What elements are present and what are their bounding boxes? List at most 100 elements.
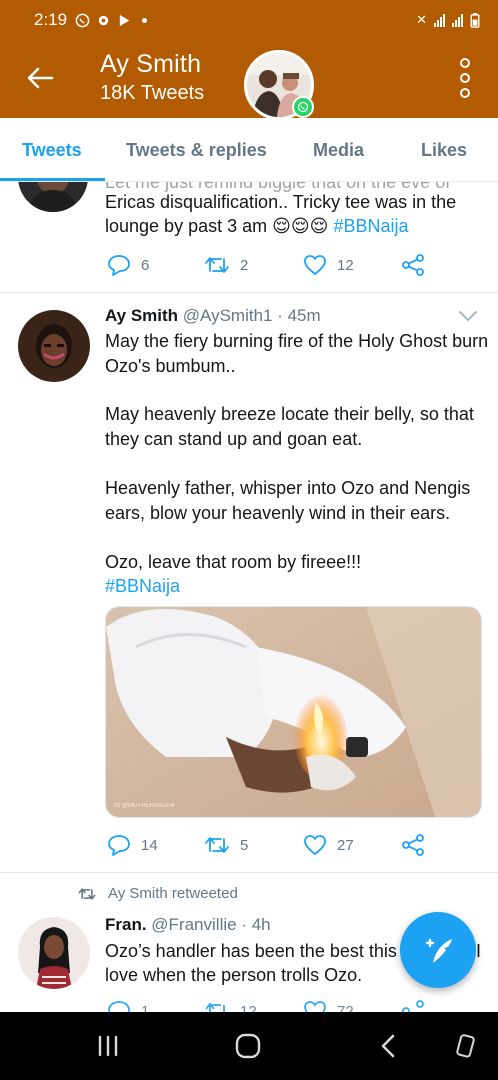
retweet-count: 5 <box>240 836 249 854</box>
mute-icon: ✕ <box>416 12 427 27</box>
tweet-3-avatar[interactable] <box>18 917 90 989</box>
recents-icon <box>98 1035 118 1057</box>
notification-icons <box>75 13 148 28</box>
reply-button[interactable]: 14 <box>107 834 204 856</box>
tweet-1-actions: 6 2 12 <box>107 254 425 276</box>
tweet-2-meta: Ay Smith @AySmith1 · 45m <box>105 306 455 326</box>
tweet-1-hashtag[interactable]: #BBNaija <box>333 216 408 236</box>
status-time: 2:19 <box>34 10 68 29</box>
nav-back-button[interactable] <box>368 1030 408 1062</box>
rotate-icon <box>456 1034 475 1058</box>
tweet-2-image-caption: IG:@MOTHERSALEM <box>114 803 174 809</box>
tweet-3-actions: 1 12 72 <box>107 1000 425 1012</box>
like-button[interactable]: 12 <box>303 254 401 276</box>
reply-icon <box>108 1001 130 1012</box>
home-button[interactable] <box>228 1030 268 1062</box>
tweet-divider <box>0 872 498 873</box>
reply-icon <box>108 835 130 856</box>
tab-likes[interactable]: Likes <box>421 140 467 161</box>
active-tab-indicator <box>0 178 105 181</box>
back-button[interactable] <box>22 60 58 96</box>
profile-name: Ay Smith <box>100 50 202 78</box>
tweet-count: 18K Tweets <box>100 82 205 104</box>
like-count: 12 <box>337 256 354 274</box>
tweet-3-name[interactable]: Fran. <box>105 915 147 934</box>
tweet-2-paragraph-4: Ozo, leave that room by fireee!!! <box>105 552 362 572</box>
share-icon <box>402 1000 424 1012</box>
tab-tweets[interactable]: Tweets <box>22 140 82 161</box>
share-button[interactable] <box>401 834 425 856</box>
like-button[interactable]: 27 <box>303 834 401 856</box>
tweet-2-handle[interactable]: @AySmith1 <box>183 306 273 325</box>
tweet-3-text: Ozo’s handler has been the best this <box>105 941 397 961</box>
dot-icon <box>142 17 148 23</box>
system-navigation-bar <box>0 1012 498 1080</box>
tweet-3-time: · 4h <box>241 915 271 934</box>
system-status-icons: ✕ <box>416 12 480 28</box>
reply-count: 1 <box>141 1002 150 1013</box>
tweet-2-paragraph-3: Heavenly father, whisper into Ozo and Ne… <box>105 478 471 523</box>
tweet-3-meta: Fran. @Franvillie · 4h <box>105 915 435 935</box>
reply-button[interactable]: 1 <box>107 1000 204 1012</box>
retweet-context: Ay Smith retweeted <box>78 885 238 902</box>
profile-title: Ay Smith 18K Tweets <box>100 48 204 106</box>
retweet-button[interactable]: 12 <box>204 1001 303 1012</box>
tweet-1-text-line2-wrap: lounge by past 3 am 😌😌😌 #BBNaija <box>105 214 485 239</box>
tweet-divider <box>0 292 498 293</box>
battery-icon <box>470 12 480 28</box>
profile-header: Ay Smith 18K Tweets <box>0 40 498 120</box>
share-button[interactable] <box>401 254 425 276</box>
tab-tweets-replies[interactable]: Tweets & replies <box>126 140 267 161</box>
settings-status-icon <box>98 15 109 25</box>
like-icon <box>304 1001 326 1012</box>
share-icon <box>402 254 424 276</box>
like-button[interactable]: 72 <box>303 1000 401 1012</box>
share-button[interactable] <box>401 1000 425 1012</box>
like-icon <box>304 255 326 275</box>
kebab-menu-icon[interactable] <box>458 58 472 98</box>
profile-tabs: Tweets Tweets & replies Media Likes <box>0 118 498 182</box>
tweet-2-media[interactable]: IG:@MOTHERSALEM <box>105 606 482 818</box>
tweet-3-handle[interactable]: @Franvillie <box>151 915 236 934</box>
like-count: 72 <box>337 1002 354 1013</box>
whatsapp-status-icon <box>75 13 90 27</box>
tweet-2-avatar[interactable] <box>18 310 90 382</box>
tweet-1-avatar[interactable] <box>18 182 88 212</box>
tweet-2-name[interactable]: Ay Smith <box>105 306 178 325</box>
share-icon <box>402 834 424 856</box>
tweet-feed[interactable]: Let me just remind biggie that on the ev… <box>0 182 498 1012</box>
tweet-2-photo: IG:@MOTHERSALEM <box>106 607 481 817</box>
compose-tweet-button[interactable] <box>400 912 476 988</box>
retweet-count: 2 <box>240 256 249 274</box>
compose-icon <box>425 938 452 963</box>
whatsapp-icon <box>292 96 314 118</box>
tweet-1-text-line1: Ericas disqualification.. Tricky tee was… <box>105 192 457 212</box>
retweet-button[interactable]: 5 <box>204 835 303 855</box>
play-status-icon <box>119 14 130 26</box>
tweet-3-text-end: I <box>476 941 482 961</box>
tweet-1-emoji: 😌😌😌 <box>272 216 329 236</box>
retweet-button[interactable]: 2 <box>204 255 303 275</box>
reply-count: 14 <box>141 836 158 854</box>
signal-icon-1 <box>434 13 445 27</box>
tweet-2-hashtag[interactable]: #BBNaija <box>105 574 180 599</box>
retweet-icon <box>205 837 229 853</box>
tweet-2-paragraph-1: May the fiery burning fire of the Holy G… <box>105 331 489 376</box>
chevron-down-icon[interactable] <box>458 310 478 322</box>
tab-media[interactable]: Media <box>313 140 364 161</box>
rotate-button[interactable] <box>446 1030 486 1062</box>
reply-button[interactable]: 6 <box>107 254 204 276</box>
recents-button[interactable] <box>88 1030 128 1062</box>
tweet-2-paragraph-2: May heavenly breeze locate their belly, … <box>105 404 474 449</box>
status-bar: 2:19 ✕ <box>0 0 498 40</box>
retweet-icon <box>205 257 229 273</box>
retweeted-icon <box>78 887 96 900</box>
like-count: 27 <box>337 836 354 854</box>
reply-count: 6 <box>141 256 150 274</box>
back-icon <box>381 1034 395 1058</box>
signal-icon-2 <box>452 13 463 27</box>
retweet-count: 12 <box>240 1002 257 1013</box>
reply-icon <box>108 255 130 276</box>
like-icon <box>304 835 326 855</box>
back-arrow-icon <box>27 67 54 89</box>
